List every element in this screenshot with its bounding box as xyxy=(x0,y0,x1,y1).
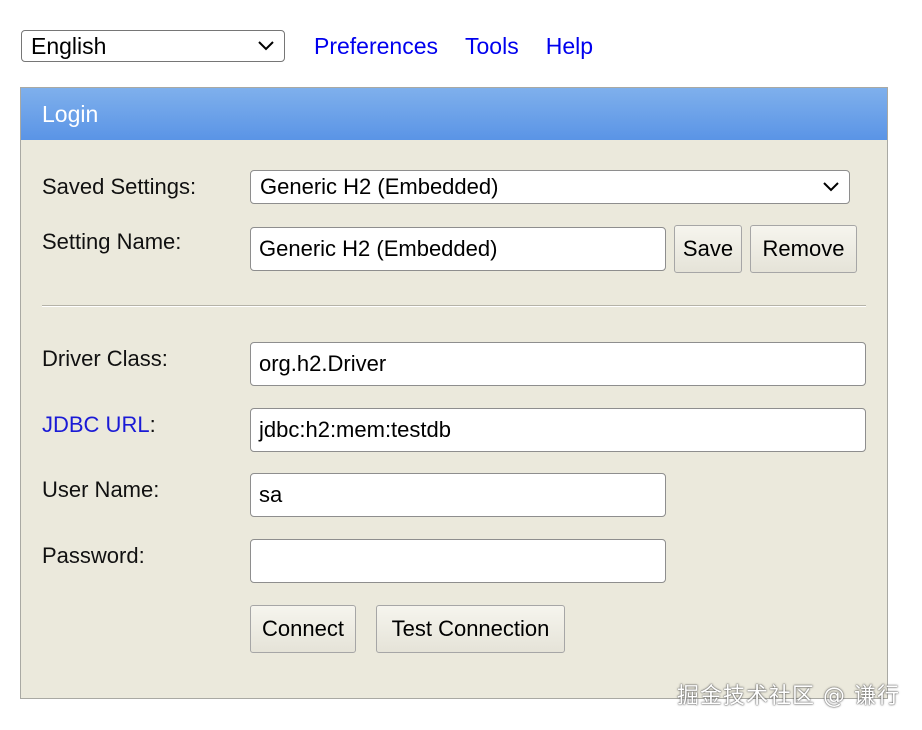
password-input[interactable] xyxy=(250,539,666,583)
jdbc-url-label: JDBC URL: xyxy=(42,412,156,438)
driver-class-label: Driver Class: xyxy=(42,346,168,371)
top-nav-links: Preferences Tools Help xyxy=(314,33,620,60)
user-name-input[interactable]: sa xyxy=(250,473,666,517)
connect-button[interactable]: Connect xyxy=(250,605,356,653)
setting-name-input[interactable]: Generic H2 (Embedded) xyxy=(250,227,666,271)
login-header: Login xyxy=(21,88,887,140)
chevron-down-icon xyxy=(823,182,839,192)
chevron-down-icon xyxy=(258,41,274,51)
password-label: Password: xyxy=(42,543,145,568)
saved-settings-label: Saved Settings: xyxy=(42,174,197,199)
setting-name-label: Setting Name: xyxy=(42,229,182,254)
help-link[interactable]: Help xyxy=(546,33,593,60)
section-divider xyxy=(42,305,866,307)
preferences-link[interactable]: Preferences xyxy=(314,33,438,60)
top-bar: English Preferences Tools Help xyxy=(21,29,620,63)
jdbc-url-input[interactable]: jdbc:h2:mem:testdb xyxy=(250,408,866,452)
saved-settings-value: Generic H2 (Embedded) xyxy=(260,174,499,199)
jdbc-url-colon: : xyxy=(149,412,156,437)
login-title: Login xyxy=(42,100,99,127)
test-connection-button[interactable]: Test Connection xyxy=(376,605,565,653)
driver-class-input[interactable]: org.h2.Driver xyxy=(250,342,866,386)
user-name-label: User Name: xyxy=(42,477,160,502)
remove-button[interactable]: Remove xyxy=(750,225,857,273)
saved-settings-select[interactable]: Generic H2 (Embedded) xyxy=(250,170,850,204)
jdbc-url-link[interactable]: JDBC URL xyxy=(42,412,150,437)
language-select-value: English xyxy=(31,32,107,59)
watermark: 掘金技术社区 @ 谦行 xyxy=(677,684,900,709)
tools-link[interactable]: Tools xyxy=(465,33,519,60)
language-select[interactable]: English xyxy=(21,30,285,62)
login-panel: Login Saved Settings: Generic H2 (Embedd… xyxy=(20,87,888,699)
save-button[interactable]: Save xyxy=(674,225,742,273)
